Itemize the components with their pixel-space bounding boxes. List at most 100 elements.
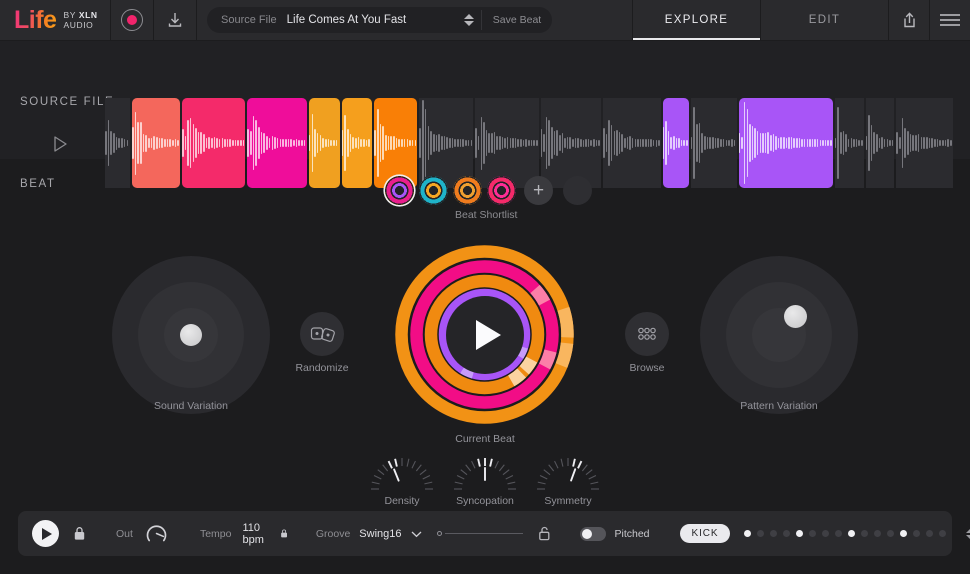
waveform-slice[interactable] (181, 98, 246, 188)
waveform-bar (319, 134, 322, 152)
source-file-stepper[interactable] (464, 14, 474, 26)
groove-value[interactable]: Swing16 (359, 528, 401, 540)
waveform-slice[interactable] (834, 98, 864, 188)
step-sequencer[interactable] (744, 530, 947, 537)
sequencer-step[interactable] (822, 530, 830, 537)
waveform-bar (777, 137, 780, 149)
sequencer-step[interactable] (939, 530, 947, 537)
waveform-slice[interactable] (308, 98, 340, 188)
groove-slider[interactable] (436, 531, 523, 536)
waveform-slice[interactable] (247, 98, 307, 188)
download-button[interactable] (154, 0, 196, 40)
sequencer-step[interactable] (913, 530, 921, 537)
waveform-slice[interactable] (374, 98, 418, 188)
tempo-value[interactable]: 110 bpm (242, 522, 268, 546)
pitched-toggle[interactable] (579, 526, 606, 541)
track-name-button[interactable]: KICK (679, 524, 731, 543)
sequencer-step[interactable] (887, 530, 895, 537)
record-icon (121, 9, 143, 31)
ring-outer-step[interactable] (557, 306, 574, 338)
sequencer-step[interactable] (783, 530, 791, 537)
volume-knob-icon[interactable] (144, 521, 169, 546)
waveform-bar (247, 128, 249, 158)
ring-second-step[interactable] (538, 349, 557, 370)
lock-closed-icon[interactable] (73, 526, 86, 541)
groove-slider-handle[interactable] (436, 531, 442, 536)
waveform-bar (728, 139, 730, 147)
knob-tick (539, 475, 548, 480)
waveform-bar (118, 138, 121, 148)
sequencer-step[interactable] (757, 530, 765, 537)
waveform-bar (950, 139, 952, 147)
waveform-slice[interactable] (131, 98, 180, 188)
chevron-down-icon[interactable] (411, 530, 422, 538)
sound-variation-pad[interactable] (112, 256, 270, 414)
source-file-selector[interactable]: Source File Life Comes At You Fast Save … (207, 7, 552, 33)
save-beat-button[interactable]: Save Beat (482, 14, 552, 26)
waveform-bar (746, 108, 749, 178)
record-button[interactable] (111, 0, 153, 40)
waveform-bar (514, 138, 517, 148)
sequencer-step[interactable] (926, 530, 934, 537)
sequencer-step[interactable] (744, 530, 752, 537)
tab-edit[interactable]: EDIT (760, 0, 888, 40)
waveform-slice[interactable] (738, 98, 833, 188)
ring-outer-step[interactable] (555, 342, 574, 368)
waveform-bar (698, 123, 701, 163)
sequencer-step[interactable] (770, 530, 778, 537)
knob-tick (577, 460, 583, 469)
sequencer-step[interactable] (809, 530, 817, 537)
symmetry-knob[interactable] (531, 447, 605, 499)
waveform-bar (139, 121, 142, 165)
add-beat-button[interactable]: + (524, 176, 553, 205)
waveform-slice[interactable] (896, 98, 953, 188)
source-play-button[interactable] (52, 135, 67, 152)
beat-chip-4[interactable] (487, 176, 516, 205)
lock-open-icon[interactable] (538, 526, 551, 541)
pattern-stepper[interactable] (966, 528, 970, 539)
waveform-strip[interactable] (105, 98, 955, 188)
share-button[interactable] (888, 0, 929, 40)
waveform-slice[interactable] (105, 98, 130, 188)
randomize-button[interactable] (300, 312, 344, 356)
ring-second-step[interactable] (530, 284, 551, 306)
waveform-slice[interactable] (603, 98, 661, 188)
waveform-bar (535, 139, 538, 147)
waveform-bar (772, 134, 775, 152)
current-beat-wheel[interactable] (393, 243, 576, 426)
ring-third-step[interactable] (519, 356, 538, 375)
browse-button[interactable] (625, 312, 669, 356)
beat-chip-3[interactable] (453, 176, 482, 205)
waveform-slice[interactable] (419, 98, 474, 188)
waveform-slice[interactable] (690, 98, 737, 188)
beat-chip-1[interactable] (385, 176, 414, 205)
syncopation-knob[interactable] (448, 447, 522, 499)
transport-play-button[interactable] (32, 520, 59, 547)
pattern-variation-handle[interactable] (784, 305, 807, 328)
sequencer-step[interactable] (796, 530, 804, 537)
beat-play-button[interactable] (445, 295, 524, 374)
waveform-slice[interactable] (475, 98, 539, 188)
download-icon (168, 13, 182, 27)
pitched-group[interactable]: Pitched (564, 511, 666, 556)
waveform-slice[interactable] (865, 98, 895, 188)
sequencer-step[interactable] (874, 530, 882, 537)
sound-variation-handle[interactable] (180, 324, 202, 346)
waveform-slice[interactable] (662, 98, 689, 188)
waveform-slice[interactable] (341, 98, 373, 188)
sequencer-step[interactable] (848, 530, 856, 537)
pattern-variation-pad[interactable] (700, 256, 858, 414)
waveform-bar (915, 134, 917, 152)
beat-chip-2[interactable] (419, 176, 448, 205)
density-knob[interactable] (365, 447, 439, 499)
waveform-slice[interactable] (540, 98, 602, 188)
sequencer-step[interactable] (861, 530, 869, 537)
sequencer-step[interactable] (835, 530, 843, 537)
ring-third-step[interactable] (507, 368, 527, 387)
menu-button[interactable] (929, 0, 970, 40)
waveform-bar (564, 137, 566, 149)
tab-explore[interactable]: EXPLORE (632, 0, 760, 40)
lock-closed-icon[interactable] (280, 526, 288, 541)
sequencer-step[interactable] (900, 530, 908, 537)
knob-tick (581, 464, 588, 472)
